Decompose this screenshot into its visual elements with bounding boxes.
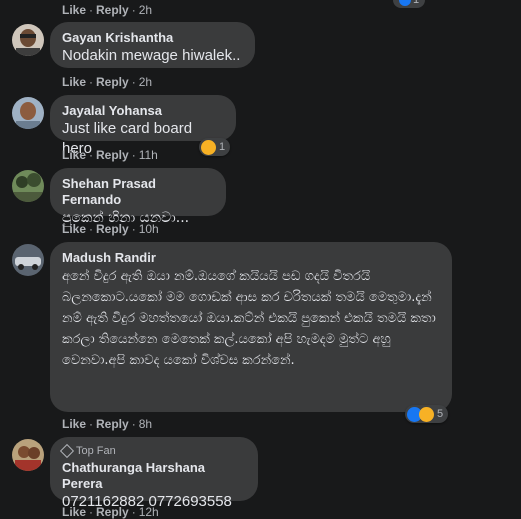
haha-reaction-icon bbox=[201, 139, 216, 155]
badge-label: Top Fan bbox=[76, 445, 116, 457]
like-link[interactable]: Like bbox=[62, 148, 86, 162]
like-link[interactable]: Like bbox=[62, 222, 86, 236]
reply-link[interactable]: Reply bbox=[96, 148, 129, 162]
timestamp[interactable]: 2h bbox=[139, 3, 152, 17]
avatar[interactable] bbox=[12, 244, 44, 276]
timestamp[interactable]: 11h bbox=[139, 148, 158, 162]
diamond-icon bbox=[59, 443, 75, 459]
top-fan-badge: Top Fan bbox=[59, 443, 246, 459]
comment-actions: Like · Reply · 10h bbox=[62, 222, 159, 236]
timestamp[interactable]: 10h bbox=[139, 222, 159, 236]
like-link[interactable]: Like bbox=[62, 75, 86, 89]
reply-link[interactable]: Reply bbox=[96, 222, 129, 236]
reply-link[interactable]: Reply bbox=[96, 3, 129, 17]
comment-author[interactable]: Shehan Prasad Fernando bbox=[62, 176, 214, 208]
avatar[interactable] bbox=[12, 439, 44, 471]
comment-author[interactable]: Madush Randir bbox=[62, 250, 440, 266]
like-link[interactable]: Like bbox=[62, 417, 86, 431]
comment-actions: Like · Reply · 11h bbox=[62, 148, 158, 162]
avatar[interactable] bbox=[12, 24, 44, 56]
comment-bubble: Gayan Krishantha Nodakin mewage hiwalek.… bbox=[50, 22, 255, 68]
comment-author[interactable]: Gayan Krishantha bbox=[62, 30, 243, 46]
avatar[interactable] bbox=[12, 170, 44, 202]
comment-bubble: Madush Randir අනේ විදුර ඇති ඔයා නම්.ඔයගේ… bbox=[50, 242, 452, 412]
like-link[interactable]: Like bbox=[62, 505, 86, 519]
reply-link[interactable]: Reply bbox=[96, 417, 129, 431]
reply-link[interactable]: Reply bbox=[96, 75, 129, 89]
timestamp[interactable]: 8h bbox=[139, 417, 152, 431]
comment-bubble: Shehan Prasad Fernando පුකෙන් හිනා යනවා.… bbox=[50, 168, 226, 226]
comment-text: අනේ විදුර ඇති ඔයා නම්.ඔයගේ කයියයි පඩ ගදය… bbox=[62, 269, 436, 368]
comment-actions: Like · Reply · 2h bbox=[62, 75, 153, 89]
comment-actions: Like · Reply · 12h bbox=[62, 505, 159, 519]
reaction-summary[interactable]: 1 bbox=[199, 138, 231, 156]
reaction-count: 1 bbox=[219, 141, 226, 153]
timestamp[interactable]: 12h bbox=[139, 505, 159, 519]
comment-text: Nodakin mewage hiwalek.. bbox=[62, 47, 241, 64]
timestamp[interactable]: 2h bbox=[139, 75, 152, 89]
comment-bubble: Jayalal Yohansa Just like card board her… bbox=[50, 95, 236, 157]
reaction-count: 1 bbox=[412, 0, 420, 6]
reaction-count: 5 bbox=[437, 408, 444, 420]
comment-bubble: Top Fan Chathuranga Harshana Perera 0721… bbox=[50, 437, 258, 510]
comment-actions: Like · Reply · 8h bbox=[62, 417, 153, 431]
reply-link[interactable]: Reply bbox=[96, 505, 129, 519]
reaction-summary[interactable]: 5 bbox=[405, 405, 449, 423]
comment-author[interactable]: Jayalal Yohansa bbox=[62, 103, 224, 119]
avatar[interactable] bbox=[12, 97, 44, 129]
like-link[interactable]: Like bbox=[62, 3, 86, 17]
reaction-summary[interactable]: 1 bbox=[393, 0, 425, 8]
comment-author[interactable]: Chathuranga Harshana Perera bbox=[62, 460, 246, 492]
haha-reaction-icon bbox=[419, 406, 434, 422]
comment-actions: Like · Reply · 2h bbox=[62, 3, 153, 17]
like-reaction-icon bbox=[398, 0, 411, 6]
